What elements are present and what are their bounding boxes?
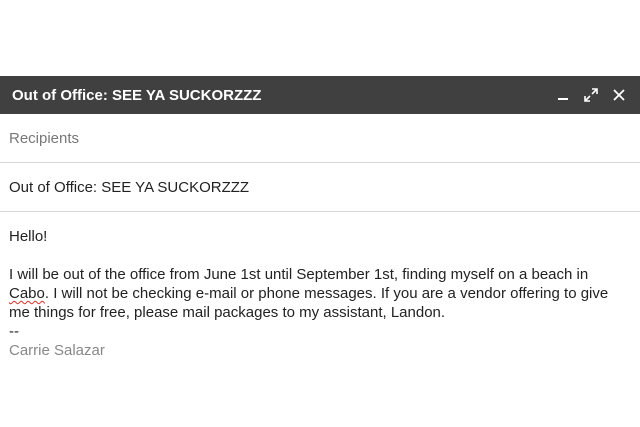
message-line-1: I will be out of the office from June 1s… <box>9 266 589 283</box>
signature-separator: -- <box>9 323 19 340</box>
minimize-button[interactable] <box>552 84 574 106</box>
compose-window: Out of Office: SEE YA SUCKORZZZ Recipien… <box>0 76 640 427</box>
misspelled-word: Cabo <box>9 285 45 302</box>
close-icon <box>613 89 625 101</box>
recipients-placeholder: Recipients <box>9 129 80 147</box>
minimize-icon <box>558 98 568 100</box>
message-line-3: me things for free, please mail packages… <box>9 304 446 321</box>
recipients-field[interactable]: Recipients <box>0 114 640 163</box>
compose-title: Out of Office: SEE YA SUCKORZZZ <box>12 86 262 104</box>
expand-button[interactable] <box>580 84 602 106</box>
expand-icon <box>584 88 598 102</box>
subject-field[interactable]: Out of Office: SEE YA SUCKORZZZ <box>0 163 640 212</box>
message-body[interactable]: Hello! I will be out of the office from … <box>0 212 640 360</box>
compose-titlebar[interactable]: Out of Office: SEE YA SUCKORZZZ <box>0 76 640 114</box>
message-paragraph: I will be out of the office from June 1s… <box>9 265 631 322</box>
message-line-2: . I will not be checking e-mail or phone… <box>44 285 609 302</box>
signature: Carrie Salazar <box>9 342 105 359</box>
close-button[interactable] <box>608 84 630 106</box>
subject-value: Out of Office: SEE YA SUCKORZZZ <box>9 178 250 196</box>
message-greeting: Hello! <box>9 228 48 245</box>
